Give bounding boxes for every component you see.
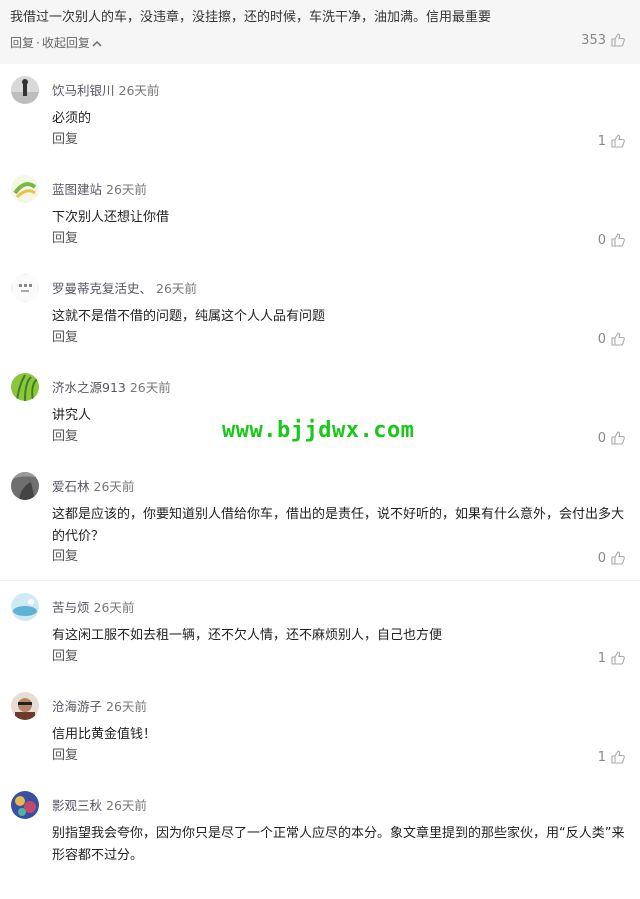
avatar[interactable] [11,175,39,203]
avatar[interactable] [11,274,39,302]
like-button[interactable]: 0 [598,331,626,347]
reply-button[interactable]: 回复 [10,36,34,50]
watermark-text: www.bjjdwx.com [222,418,415,443]
like-count: 1 [597,133,606,149]
reply-header: 蓝图建站 26天前 [52,179,147,198]
like-button[interactable]: 0 [598,430,626,446]
reply-item: 济水之源913 26天前 讲究人 回复 0 [0,361,640,461]
reply-item: 爱石林 26天前 这都是应该的，你要知道别人借给你车，借出的是责任，说不好听的，如… [0,460,640,581]
collapse-label: 收起回复 [41,36,90,50]
parent-comment-actions: 回复 · 收起回复 [10,34,102,51]
reply-item: 沧海游子 26天前 信用比黄金值钱！ 回复 1 [0,680,640,780]
separator-dot: · [36,36,40,50]
timestamp: 26天前 [106,699,147,714]
timestamp: 26天前 [106,182,147,197]
timestamp: 26天前 [156,281,197,296]
timestamp: 26天前 [129,380,171,395]
user-name[interactable]: 苦与烦 [52,600,90,615]
reply-text: 下次别人还想让你借 [52,210,170,225]
reply-button[interactable]: 回复 [52,128,78,147]
reply-button[interactable]: 回复 [52,645,78,664]
thumbs-up-icon [610,430,626,446]
reply-text: 有这闲工服不如去租一辆，还不欠人情，还不麻烦别人，自己也方便 [52,628,443,643]
like-button[interactable]: 1 [598,650,626,666]
reply-text: 这都是应该的，你要知道别人借给你车，借出的是责任，说不好听的，如果有什么意外，会… [52,507,625,544]
parent-comment: 我借过一次别人的车，没违章，没挂擦，还的时候，车洗干净，油加满。信用最重要 回复… [0,0,640,64]
avatar[interactable] [11,76,39,104]
reply-item: 影观三秋 26天前 别指望我会夸你，因为你只是尽了一个正常人应尽的本分。象文章里提… [0,779,640,899]
avatar[interactable] [11,593,39,621]
thumbs-up-icon [610,550,626,566]
like-count: 0 [597,550,606,566]
reply-item: 饮马利银川 26天前 必须的 回复 1 [0,64,640,164]
reply-button[interactable]: 回复 [52,326,78,345]
like-count: 1 [597,749,606,765]
timestamp: 26天前 [93,600,135,615]
reply-header: 苦与烦 26天前 [52,597,134,616]
thumbs-up-icon [610,749,626,765]
reply-header: 爱石林 26天前 [52,476,134,495]
like-button[interactable]: 1 [598,133,626,149]
reply-button[interactable]: 回复 [52,744,78,763]
chevron-up-icon [92,36,102,50]
user-name[interactable]: 济水之源913 [52,380,126,395]
timestamp: 26天前 [106,798,147,813]
reply-button[interactable]: 回复 [52,545,78,564]
user-name[interactable]: 罗曼蒂克复活史、 [52,281,152,296]
like-count: 0 [597,232,606,248]
timestamp: 26天前 [118,83,160,98]
reply-text: 这就不是借不借的问题，纯属这个人人品有问题 [52,309,326,324]
like-button[interactable]: 0 [598,232,626,248]
reply-header: 济水之源913 26天前 [52,377,171,396]
like-count: 1 [597,650,606,666]
avatar[interactable] [11,373,39,401]
reply-item: 罗曼蒂克复活史、 26天前 这就不是借不借的问题，纯属这个人人品有问题 回复 0 [0,262,640,362]
avatar[interactable] [11,791,39,819]
user-name[interactable]: 饮马利银川 [52,83,115,98]
like-count: 0 [597,331,606,347]
reply-button[interactable]: 回复 [52,425,78,444]
thumbs-up-icon [610,331,626,347]
user-name[interactable]: 蓝图建站 [52,182,102,197]
like-button[interactable]: 1 [598,749,626,765]
like-button[interactable]: 353 [581,32,626,48]
like-count: 353 [581,32,606,48]
parent-comment-text: 我借过一次别人的车，没违章，没挂擦，还的时候，车洗干净，油加满。信用最重要 [10,10,492,25]
reply-item: 蓝图建站 26天前 下次别人还想让你借 回复 0 [0,163,640,263]
reply-text: 别指望我会夸你，因为你只是尽了一个正常人应尽的本分。象文章里提到的那些家伙，用“… [52,826,625,863]
user-name[interactable]: 影观三秋 [52,798,102,813]
user-name[interactable]: 爱石林 [52,479,90,494]
reply-text: 信用比黄金值钱！ [52,727,157,742]
like-count: 0 [597,430,606,446]
reply-header: 影观三秋 26天前 [52,795,147,814]
user-name[interactable]: 沧海游子 [52,699,102,714]
reply-header: 罗曼蒂克复活史、 26天前 [52,278,197,297]
thumbs-up-icon [610,650,626,666]
reply-button[interactable]: 回复 [52,227,78,246]
collapse-replies-button[interactable]: 收起回复 [42,36,102,50]
thumbs-up-icon [610,133,626,149]
reply-header: 饮马利银川 26天前 [52,80,159,99]
thumbs-up-icon [610,232,626,248]
reply-header: 沧海游子 26天前 [52,696,147,715]
avatar[interactable] [11,692,39,720]
reply-item: 苦与烦 26天前 有这闲工服不如去租一辆，还不欠人情，还不麻烦别人，自己也方便 回… [0,581,640,681]
thumbs-up-icon [610,32,626,48]
timestamp: 26天前 [93,479,135,494]
reply-text: 必须的 [52,111,92,126]
avatar[interactable] [11,472,39,500]
like-button[interactable]: 0 [598,550,626,566]
